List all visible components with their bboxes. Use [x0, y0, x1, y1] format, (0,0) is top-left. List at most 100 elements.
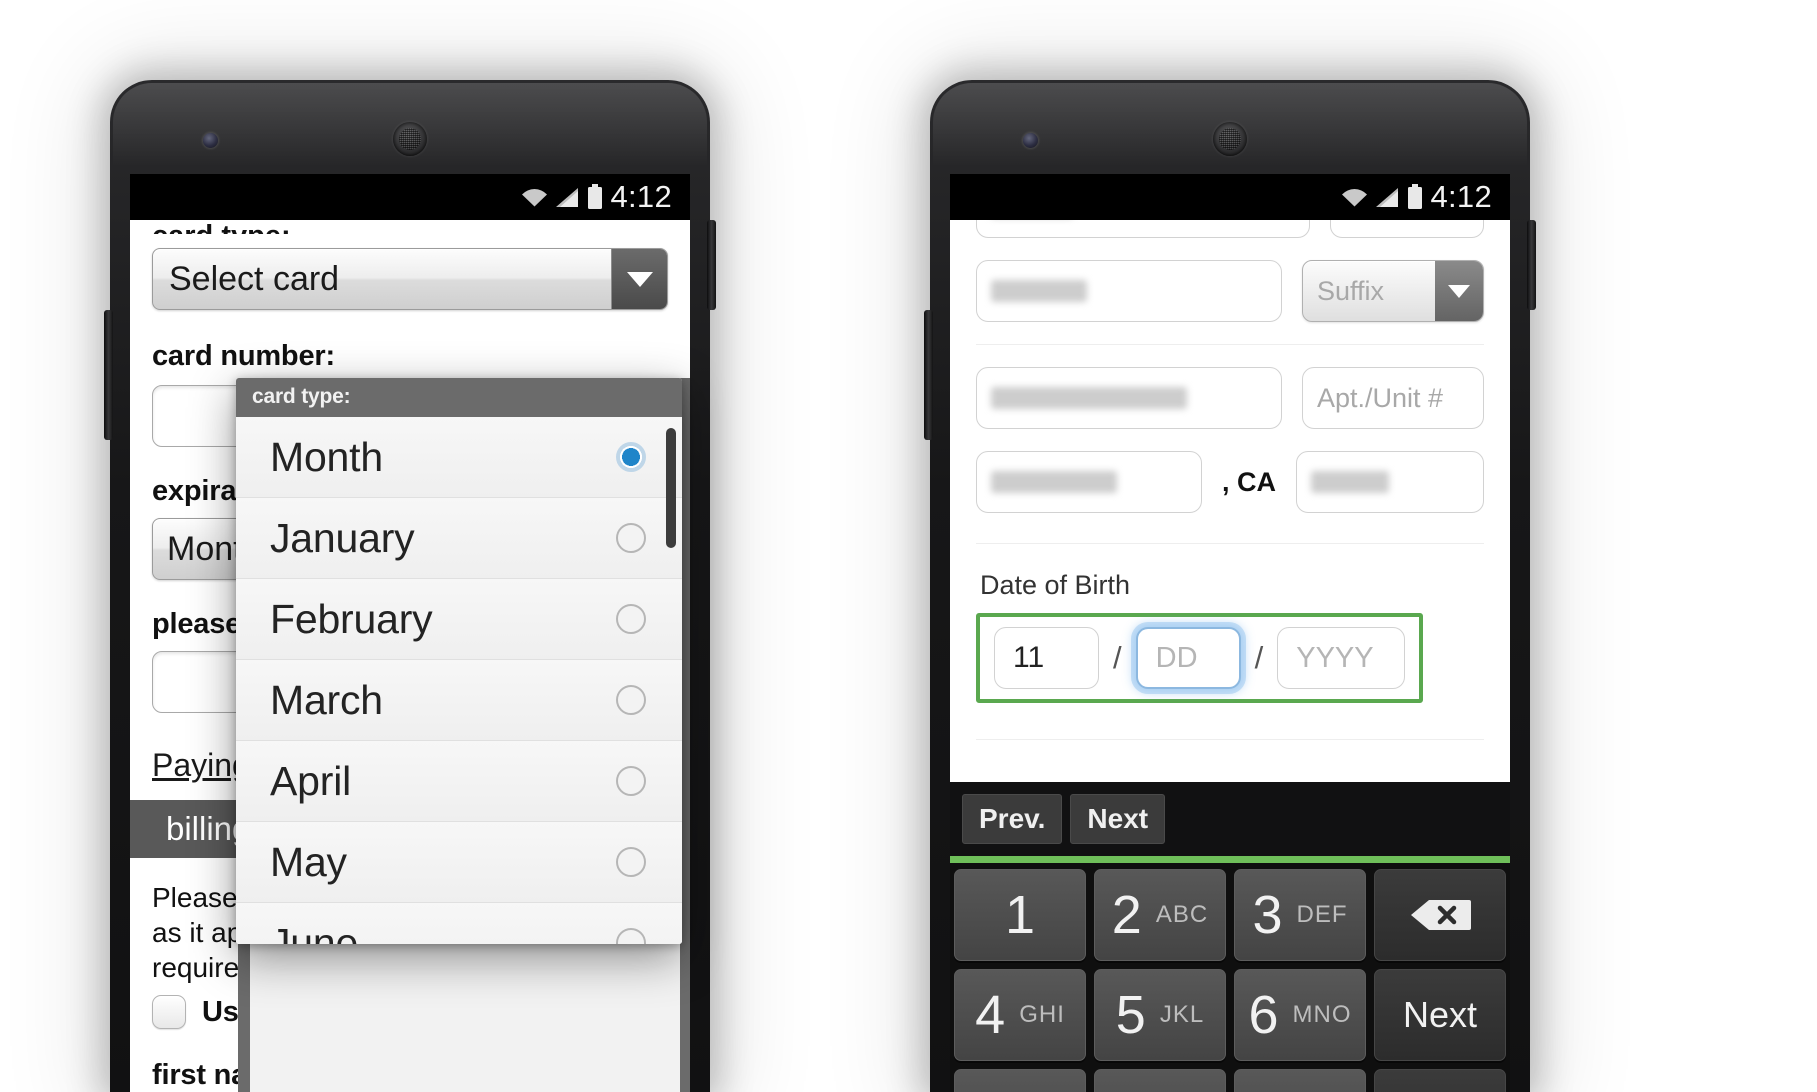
radio-icon[interactable] — [616, 847, 646, 877]
dob-day-input[interactable]: DD — [1135, 627, 1241, 689]
key-8[interactable]: 8 TUV — [1094, 1069, 1226, 1092]
list-item[interactable]: March — [236, 660, 682, 741]
left-phone-volume-button[interactable] — [104, 310, 113, 440]
list-item[interactable]: Month — [236, 417, 682, 498]
left-phone-power-button[interactable] — [707, 220, 716, 310]
key-next[interactable]: Next — [1374, 969, 1506, 1061]
form-divider — [976, 344, 1484, 345]
redacted-value — [991, 280, 1087, 302]
dialog-scrollbar[interactable] — [666, 428, 676, 548]
key-backspace[interactable] — [1374, 869, 1506, 961]
list-item[interactable]: April — [236, 741, 682, 822]
suffix-placeholder: Suffix — [1317, 275, 1385, 306]
state-text: , CA — [1222, 466, 1276, 497]
list-item[interactable]: June — [236, 903, 682, 944]
signal-icon — [1376, 186, 1400, 208]
radio-icon[interactable] — [616, 523, 646, 553]
secondary-field-cut[interactable] — [1330, 220, 1484, 238]
form-row-cut-top — [976, 220, 1484, 238]
key-3[interactable]: 3 DEF — [1234, 869, 1366, 961]
dob-month-input[interactable]: 11 — [994, 627, 1099, 689]
earpiece-icon — [393, 122, 427, 156]
key-9[interactable]: 9 WXYZ — [1234, 1069, 1366, 1092]
key-number: 2 — [1111, 885, 1142, 945]
key-number: 5 — [1115, 985, 1146, 1045]
option-label: February — [270, 595, 433, 642]
middle-name-field[interactable] — [976, 260, 1282, 322]
street-address-field[interactable] — [976, 367, 1282, 429]
key-number: 7 — [962, 1088, 992, 1092]
front-camera-icon — [1023, 133, 1038, 148]
right-phone-volume-button[interactable] — [924, 310, 933, 440]
form-divider — [976, 543, 1484, 544]
battery-icon — [1407, 184, 1423, 210]
dob-year-input[interactable]: YYYY — [1277, 627, 1406, 689]
city-field[interactable] — [976, 451, 1202, 513]
name-field-cut[interactable] — [976, 220, 1310, 238]
card-number-label: card number: — [152, 340, 335, 372]
key-asterisk[interactable]: ✱ — [1374, 1069, 1506, 1092]
form-divider-bottom — [976, 739, 1484, 740]
list-item[interactable]: May — [236, 822, 682, 903]
radio-icon[interactable] — [616, 928, 646, 944]
wifi-icon — [520, 186, 549, 208]
right-phone-device: 4:12 Suffix Apt./Unit # , CA Date of Bir… — [924, 80, 1536, 1092]
option-label: April — [270, 757, 352, 804]
right-form-page: Suffix Apt./Unit # , CA Date of Birth 11… — [950, 220, 1510, 1092]
key-4[interactable]: 4 GHI — [954, 969, 1086, 1061]
form-row-city-state-zip: , CA — [976, 451, 1484, 513]
zip-field[interactable] — [1296, 451, 1484, 513]
left-status-clock: 4:12 — [610, 179, 672, 214]
key-letters: DEF — [1296, 901, 1348, 928]
key-6[interactable]: 6 MNO — [1234, 969, 1366, 1061]
option-label: June — [270, 919, 359, 945]
dob-separator-1: / — [1113, 640, 1122, 675]
key-1[interactable]: 1 — [954, 869, 1086, 961]
keyboard-row-2: 4 GHI 5 JKL 6 MNO Next — [954, 969, 1506, 1061]
redacted-value — [991, 387, 1187, 409]
radio-icon[interactable] — [616, 604, 646, 634]
chevron-down-icon[interactable] — [611, 249, 667, 309]
option-label: Month — [270, 433, 383, 480]
next-field-button[interactable]: Next — [1070, 794, 1166, 844]
left-status-bar: 4:12 — [130, 174, 690, 220]
select-card-dropdown[interactable]: Select card — [152, 248, 668, 310]
option-label: May — [270, 838, 347, 885]
right-phone-power-button[interactable] — [1527, 220, 1536, 310]
select-card-value: Select card — [169, 259, 340, 298]
key-number: 6 — [1248, 985, 1279, 1045]
month-picker-dialog-wrap: card type: Month January February March — [236, 378, 682, 944]
radio-icon[interactable] — [616, 766, 646, 796]
option-label: January — [270, 514, 415, 561]
right-phone-screen: 4:12 Suffix Apt./Unit # , CA Date of Bir… — [950, 174, 1510, 1092]
prev-field-button[interactable]: Prev. — [962, 794, 1063, 844]
chevron-down-icon[interactable] — [1435, 261, 1483, 321]
key-number: 1 — [1004, 885, 1036, 945]
security-code-input[interactable] — [152, 651, 248, 713]
keyboard-row-3: 7 PQRS 8 TUV 9 WXYZ — [954, 1069, 1506, 1092]
apt-unit-field[interactable]: Apt./Unit # — [1302, 367, 1484, 429]
key-letters: MNO — [1292, 1001, 1352, 1028]
key-number: 9 — [1241, 1088, 1271, 1092]
date-of-birth-label: Date of Birth — [980, 570, 1131, 600]
use-shipping-checkbox[interactable] — [152, 995, 186, 1029]
key-7[interactable]: 7 PQRS — [954, 1069, 1086, 1092]
key-letters: GHI — [1019, 1001, 1065, 1028]
earpiece-icon — [1213, 122, 1247, 156]
address-form-scroll[interactable]: Suffix Apt./Unit # , CA Date of Birth 11… — [950, 220, 1510, 780]
key-letters: ABC — [1155, 901, 1209, 928]
list-item[interactable]: February — [236, 579, 682, 660]
cut-off-label-top: card type: — [152, 220, 668, 234]
month-option-list[interactable]: Month January February March April May J… — [236, 417, 682, 944]
list-item[interactable]: January — [236, 498, 682, 579]
redacted-value — [1311, 471, 1389, 493]
form-row-address: Apt./Unit # — [976, 367, 1484, 429]
key-2[interactable]: 2 ABC — [1094, 869, 1226, 961]
radio-icon[interactable] — [616, 685, 646, 715]
suffix-dropdown[interactable]: Suffix — [1302, 260, 1484, 322]
keyboard-row-1: 1 2 ABC 3 DEF — [954, 869, 1506, 961]
month-picker-dialog: card type: Month January February March — [236, 378, 682, 944]
dialog-title: card type: — [236, 378, 682, 417]
key-5[interactable]: 5 JKL — [1094, 969, 1226, 1061]
radio-selected-icon[interactable] — [616, 442, 646, 472]
